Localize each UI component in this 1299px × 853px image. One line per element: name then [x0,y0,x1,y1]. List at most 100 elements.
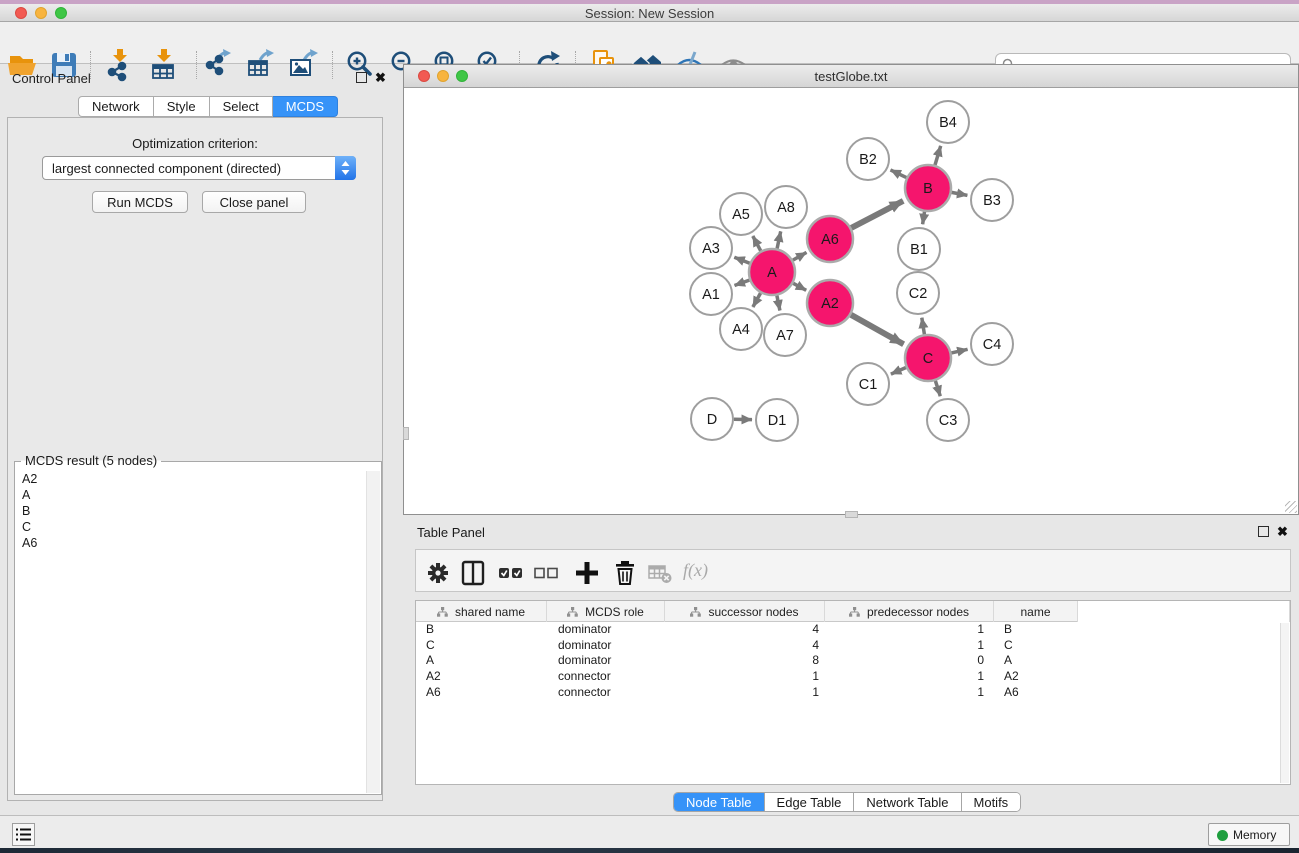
graph-edge-C-C2[interactable] [922,318,925,335]
table-row[interactable]: Bdominator41B [416,622,1290,638]
float-table-panel-icon[interactable] [1258,526,1269,537]
attribute-type-icon [690,607,701,617]
mcds-list-scrollbar[interactable] [366,471,380,793]
close-panel-button[interactable]: Close panel [202,191,306,213]
graph-edge-B-B4[interactable] [935,146,941,165]
table-cell: connector [547,669,665,685]
table-scrollbar[interactable] [1280,623,1289,783]
mcds-result-item[interactable]: A [16,487,366,503]
column-header-name[interactable]: name [994,601,1078,622]
network-resize-grip[interactable] [1285,501,1297,513]
table-row[interactable]: A6connector11A6 [416,685,1290,701]
network-window-titlebar[interactable]: testGlobe.txt [404,65,1298,88]
table-cell: 1 [825,622,994,638]
mcds-result-item[interactable]: A6 [16,535,366,551]
table-row[interactable]: A2connector11A2 [416,669,1290,685]
control-panel-title: Control Panel [12,71,91,86]
column-header-shared-name[interactable]: shared name [416,601,547,622]
graph-edge-C-C4[interactable] [951,349,967,353]
delete-table-icon[interactable] [645,558,675,588]
tab-motifs[interactable]: Motifs [962,793,1021,811]
tab-node-table[interactable]: Node Table [674,793,765,811]
graph-edge-A-A2[interactable] [793,283,806,290]
table-cell: A6 [416,685,547,701]
graph-edge-A6-B[interactable] [851,201,903,228]
tab-network-table[interactable]: Network Table [854,793,961,811]
memory-button[interactable]: Memory [1208,823,1290,846]
tab-mcds[interactable]: MCDS [273,96,338,117]
close-table-panel-icon[interactable]: ✖ [1277,526,1288,537]
main-toolbar [0,22,1299,64]
tab-style[interactable]: Style [154,96,210,117]
table-cell: 0 [825,653,994,669]
graph-edge-A-A4[interactable] [753,293,761,307]
network-canvas[interactable]: B4B2BB3A5A8A6A3B1AC2A1A2A4A7C4CC1C3DD1 [404,89,1298,513]
task-history-button[interactable] [12,823,35,846]
import-network-icon[interactable] [103,48,137,82]
graph-node-label: C3 [939,413,958,429]
graph-edge-C-C1[interactable] [891,368,906,375]
tab-select[interactable]: Select [210,96,273,117]
graph-edge-A-A3[interactable] [734,257,749,263]
graph-edge-A-A6[interactable] [793,252,807,260]
mcds-result-item[interactable]: B [16,503,366,519]
graph-edge-A-A8[interactable] [777,231,781,248]
graph-node-label: C4 [983,337,1002,353]
table-cell: 1 [825,638,994,654]
horizontal-divider-grip[interactable] [845,511,858,518]
deselect-all-rows-icon[interactable] [532,558,562,588]
mcds-result-list: A2ABCA6 [16,471,366,793]
attribute-type-icon [849,607,860,617]
export-network-icon[interactable] [202,48,236,82]
table-cell: 1 [825,669,994,685]
column-header-MCDS-role[interactable]: MCDS role [547,601,665,622]
column-header-predecessor-nodes[interactable]: predecessor nodes [825,601,994,622]
graph-edge-B-B2[interactable] [891,170,907,178]
graph-edge-C-C3[interactable] [935,381,940,396]
table-row[interactable]: Cdominator41C [416,638,1290,654]
table-cell: 1 [825,685,994,701]
vertical-divider-grip[interactable] [403,427,409,440]
delete-column-icon[interactable] [610,558,640,588]
table-cell: C [416,638,547,654]
network-window-title: testGlobe.txt [404,69,1298,84]
add-column-icon[interactable] [572,558,602,588]
tab-network[interactable]: Network [78,96,154,117]
graph-edge-A-A1[interactable] [735,280,750,285]
graph-node-label: C1 [859,377,878,393]
import-table-icon[interactable] [147,48,181,82]
graph-edge-A2-C[interactable] [851,315,904,345]
graph-edge-B-B3[interactable] [952,192,968,195]
table-cell: 1 [665,685,825,701]
mcds-result-title: MCDS result (5 nodes) [21,453,161,468]
table-cell: A [994,653,1078,669]
column-header-successor-nodes[interactable]: successor nodes [665,601,825,622]
table-toolbar [415,549,1291,592]
criterion-select[interactable]: largest connected component (directed) [42,156,356,180]
graph-edge-B-B1[interactable] [923,212,925,225]
header-filler [1078,601,1290,622]
table-cell: B [416,622,547,638]
export-table-icon[interactable] [244,48,278,82]
export-image-icon[interactable] [287,48,321,82]
tab-edge-table[interactable]: Edge Table [765,793,855,811]
table-row[interactable]: Adominator80A [416,653,1290,669]
control-panel-tabs: NetworkStyleSelectMCDS [78,96,338,117]
graph-node-label: B [923,181,933,197]
float-panel-icon[interactable] [356,72,367,83]
mcds-result-item[interactable]: A2 [16,471,366,487]
settings-gear-icon[interactable] [423,558,453,588]
toggle-columns-icon[interactable] [458,558,488,588]
graph-node-label: C [923,351,933,367]
table-panel-title: Table Panel [417,525,485,540]
close-panel-icon[interactable]: ✖ [375,72,386,83]
window-title: Session: New Session [0,6,1299,21]
graph-node-label: D [707,412,717,428]
mcds-result-item[interactable]: C [16,519,366,535]
graph-node-label: B3 [983,193,1001,209]
graph-node-label: A4 [732,322,750,338]
graph-edge-A-A7[interactable] [777,296,780,311]
graph-edge-A-A5[interactable] [753,236,761,251]
select-all-rows-icon[interactable] [497,558,527,588]
run-mcds-button[interactable]: Run MCDS [92,191,188,213]
